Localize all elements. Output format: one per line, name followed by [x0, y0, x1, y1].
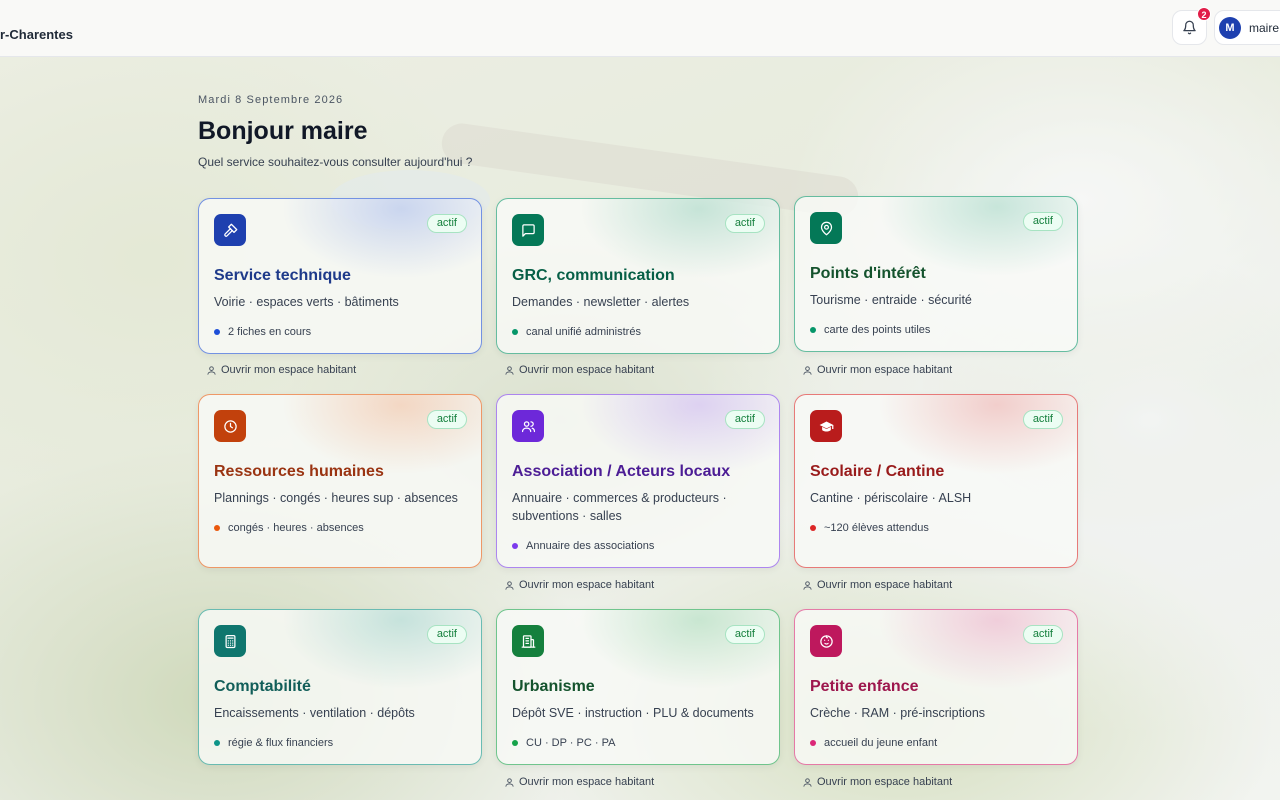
- graduation-cap-icon: [819, 421, 833, 431]
- card-title: Ressources humaines: [214, 463, 384, 480]
- user-icon: [505, 777, 514, 787]
- status-badge: actif: [724, 214, 765, 233]
- card-description: Encaissements · ventilation · dépôts: [214, 706, 415, 720]
- message-icon: [521, 223, 535, 237]
- status-badge: actif: [426, 410, 467, 429]
- card-title: Petite enfance: [810, 678, 919, 695]
- card-meta: congés · heures · absences: [214, 521, 364, 535]
- service-card-comptabilite[interactable]: actif Comptabilité Encaissements · venti…: [198, 609, 482, 765]
- status-badge: actif: [1022, 625, 1063, 644]
- card-meta: CU · DP · PC · PA: [512, 736, 615, 750]
- user-menu-button[interactable]: M maire de: [1214, 10, 1280, 45]
- card-meta: carte des points utiles: [810, 323, 930, 337]
- avatar: M: [1219, 16, 1241, 39]
- user-icon: [803, 580, 812, 590]
- service-card-urbanisme[interactable]: actif Urbanisme Dépôt SVE · instruction …: [496, 609, 780, 765]
- card-meta: Annuaire des associations: [512, 539, 654, 553]
- service-card-rh[interactable]: actif Ressources humaines Plannings · co…: [198, 394, 482, 568]
- building-icon: [521, 634, 535, 648]
- card-title: Association / Acteurs locaux: [512, 463, 731, 480]
- card-title: Urbanisme: [512, 678, 595, 695]
- service-card-petite-enfance[interactable]: actif Petite enfance Crèche · RAM · pré-…: [794, 609, 1078, 765]
- app-brand[interactable]: r-Charentes: [0, 27, 73, 43]
- users-icon: [521, 420, 535, 432]
- page-title: Bonjour maire: [198, 117, 368, 145]
- service-card-association[interactable]: actif Association / Acteurs locaux Annua…: [496, 394, 780, 568]
- card-description: Tourisme · entraide · sécurité: [810, 293, 972, 307]
- calculator-icon: [225, 634, 235, 648]
- habitant-link[interactable]: Ouvrir mon espace habitant: [802, 775, 952, 789]
- card-description: Voirie · espaces verts · bâtiments: [214, 295, 399, 309]
- hammer-icon: [223, 223, 237, 237]
- status-badge: actif: [426, 214, 467, 233]
- service-card-technique[interactable]: actif Service technique Voirie · espaces…: [198, 198, 482, 354]
- user-icon: [505, 580, 514, 590]
- habitant-link[interactable]: Ouvrir mon espace habitant: [504, 775, 654, 789]
- page-subtitle: Quel service souhaitez-vous consulter au…: [198, 155, 473, 169]
- habitant-link[interactable]: Ouvrir mon espace habitant: [504, 578, 654, 592]
- greeting-section: Mardi 8 Septembre 2026 Bonjour maire Que…: [198, 93, 472, 170]
- user-icon: [505, 365, 514, 375]
- card-title: Service technique: [214, 267, 351, 284]
- card-description: Plannings · congés · heures sup · absenc…: [214, 491, 458, 505]
- service-card-scolaire[interactable]: actif Scolaire / Cantine Cantine · péris…: [794, 394, 1078, 568]
- habitant-link[interactable]: Ouvrir mon espace habitant: [802, 363, 952, 377]
- service-card-grc[interactable]: actif GRC, communication Demandes · news…: [496, 198, 780, 354]
- status-badge: actif: [426, 625, 467, 644]
- card-description: Cantine · périscolaire · ALSH: [810, 491, 972, 505]
- user-name: maire de: [1249, 20, 1280, 35]
- top-bar: r-Charentes 2 M maire de: [0, 0, 1280, 57]
- habitant-link[interactable]: Ouvrir mon espace habitant: [206, 363, 356, 377]
- user-icon: [803, 777, 812, 787]
- card-description: Dépôt SVE · instruction · PLU & document…: [512, 706, 754, 720]
- notifications-button[interactable]: 2: [1172, 7, 1211, 45]
- habitant-link[interactable]: Ouvrir mon espace habitant: [802, 578, 952, 592]
- card-title: GRC, communication: [512, 267, 675, 284]
- status-badge: actif: [724, 410, 765, 429]
- card-title: Points d'intérêt: [810, 265, 926, 282]
- card-title: Comptabilité: [214, 678, 311, 695]
- bell-icon: [1183, 20, 1196, 35]
- baby-icon: [819, 634, 833, 648]
- status-badge: actif: [1022, 410, 1063, 429]
- clock-icon: [223, 419, 237, 433]
- card-meta: ~120 élèves attendus: [810, 521, 929, 535]
- card-meta: canal unifié administrés: [512, 325, 641, 339]
- card-meta: 2 fiches en cours: [214, 325, 311, 339]
- user-icon: [207, 365, 216, 375]
- card-meta: régie & flux financiers: [214, 736, 333, 750]
- map-pin-icon: [820, 221, 832, 235]
- notification-count-badge: 2: [1197, 7, 1211, 21]
- card-description: Crèche · RAM · pré-inscriptions: [810, 706, 986, 720]
- card-title: Scolaire / Cantine: [810, 463, 945, 480]
- card-meta: accueil du jeune enfant: [810, 736, 937, 750]
- habitant-link[interactable]: Ouvrir mon espace habitant: [504, 363, 654, 377]
- user-icon: [803, 365, 812, 375]
- current-date: Mardi 8 Septembre 2026: [198, 94, 344, 106]
- status-badge: actif: [1022, 212, 1063, 231]
- card-description: Annuaire · commerces & producteurs · sub…: [512, 491, 727, 523]
- card-description: Demandes · newsletter · alertes: [512, 295, 690, 309]
- service-card-points-interet[interactable]: actif Points d'intérêt Tourisme · entrai…: [794, 196, 1078, 352]
- status-badge: actif: [724, 625, 765, 644]
